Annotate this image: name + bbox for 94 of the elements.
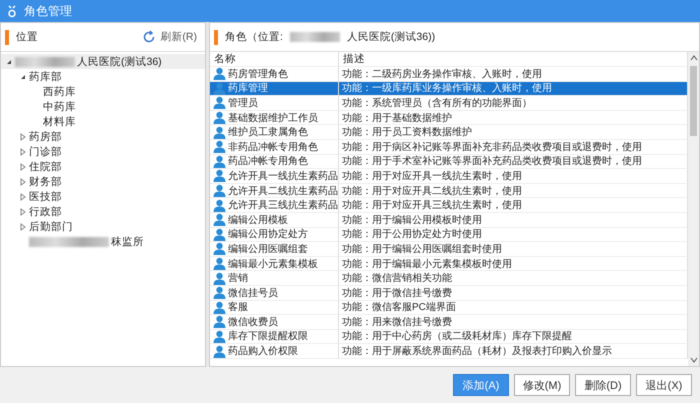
role-name[interactable]: 基础数据维护工作员: [228, 110, 318, 125]
expand-arrow-icon[interactable]: [19, 162, 27, 170]
redacted-text: [290, 32, 340, 42]
user-icon: [213, 300, 226, 314]
action-button[interactable]: 修改(M): [514, 374, 570, 396]
panel-title-suffix: 人民医院(测试36)): [346, 30, 436, 44]
role-name[interactable]: 微信收费员: [228, 314, 278, 329]
role-description: 功能：二级药房业务操作审核、入账时，使用: [342, 68, 542, 81]
role-description: 功能：微信客服PC端界面: [342, 300, 456, 314]
role-description: 功能：用于编辑最小元素集模板时使用: [342, 258, 512, 271]
user-icon: [213, 126, 226, 139]
expand-arrow-icon[interactable]: [19, 192, 27, 200]
role-name[interactable]: 药品购入价权限: [228, 344, 298, 358]
refresh-icon[interactable]: [142, 30, 156, 44]
tree-item[interactable]: 医技部: [29, 190, 62, 204]
role-description: 功能：用于公用协定处方时使用: [342, 228, 482, 242]
role-name[interactable]: 微信挂号员: [228, 286, 278, 300]
panel-title: 位置: [16, 30, 38, 44]
role-name[interactable]: 库存下限提醒权限: [228, 329, 308, 344]
user-icon: [213, 111, 226, 124]
role-name[interactable]: 管理员: [228, 96, 258, 110]
role-name[interactable]: 允许开具三线抗生素药品: [228, 198, 338, 212]
role-description: 功能：一级库药库业务操作审核、入账时，使用: [342, 82, 552, 96]
tree-item[interactable]: 财务部: [29, 174, 62, 188]
user-icon: [213, 184, 226, 198]
user-icon: [213, 198, 226, 212]
action-button[interactable]: 退出(X): [636, 374, 692, 396]
tree-item[interactable]: 中药库: [43, 100, 76, 114]
tree-item[interactable]: 材料库: [43, 114, 76, 128]
column-header[interactable]: 名称: [210, 52, 339, 67]
role-name[interactable]: 非药品冲帐专用角色: [228, 140, 318, 154]
scrollbar-thumb[interactable]: [690, 66, 697, 136]
role-name[interactable]: 编辑公用协定处方: [228, 227, 308, 242]
role-description: 功能：用于对应开具三线抗生素时，使用: [342, 198, 522, 212]
user-icon: [213, 330, 226, 343]
role-name[interactable]: 药品冲帐专用角色: [228, 154, 308, 168]
app-logo-icon: [6, 4, 18, 18]
tree-item[interactable]: 药房部: [29, 130, 62, 144]
expand-arrow-icon[interactable]: [19, 222, 27, 230]
role-description: 功能：用于编辑公用医嘱组套时使用: [342, 242, 502, 256]
user-icon: [213, 67, 226, 80]
role-name[interactable]: 编辑公用模板: [228, 212, 288, 227]
tree-item[interactable]: 行政部: [29, 204, 62, 218]
role-description: 功能：用于基础数据维护: [342, 112, 452, 125]
user-icon: [213, 257, 226, 270]
tree-item[interactable]: 住院部: [29, 160, 62, 174]
user-icon: [213, 213, 226, 226]
window-title: 角色管理: [24, 2, 72, 20]
tree-item[interactable]: 西药库: [43, 84, 76, 98]
role-description: 功能：用于病区补记账等界面补充非药品类收费项目或退费时，使用: [342, 140, 642, 154]
tree-item[interactable]: 门诊部: [29, 144, 62, 158]
role-description: 功能：用于员工资料数据维护: [342, 126, 472, 140]
expand-arrow-icon[interactable]: [19, 178, 27, 186]
expand-arrow-icon[interactable]: [19, 148, 27, 156]
collapse-arrow-icon[interactable]: [19, 72, 27, 80]
role-description: 功能：用于微信挂号缴费: [342, 286, 452, 300]
expand-arrow-icon[interactable]: [19, 208, 27, 216]
role-name[interactable]: 允许开具一线抗生素药品: [228, 168, 338, 183]
role-description: 功能：用于对应开具一线抗生素时，使用: [342, 170, 522, 183]
user-icon: [213, 96, 226, 110]
user-icon: [213, 242, 226, 256]
role-description: 功能：用来微信挂号缴费: [342, 316, 452, 329]
tree-item[interactable]: 药库部: [29, 70, 62, 84]
role-name[interactable]: 药房管理角色: [228, 66, 288, 81]
tree-item[interactable]: 后勤部门: [29, 220, 73, 234]
refresh-button[interactable]: 刷新(R): [140, 28, 199, 46]
role-name[interactable]: 营销: [228, 271, 248, 286]
role-name[interactable]: 编辑公用医嘱组套: [228, 242, 308, 256]
user-icon: [213, 82, 226, 95]
user-icon: [213, 315, 226, 328]
role-name[interactable]: 客服: [228, 300, 248, 314]
user-icon: [213, 140, 226, 154]
user-icon: [213, 169, 226, 182]
role-name[interactable]: 编辑最小元素集模板: [228, 256, 318, 271]
expand-arrow-icon[interactable]: [19, 132, 27, 140]
collapse-arrow-icon[interactable]: [5, 58, 13, 66]
action-button[interactable]: 删除(D): [575, 374, 631, 396]
role-description: 功能：用于屏蔽系统界面药品（耗材）及报表打印购入价显示: [342, 344, 612, 358]
role-description: 功能：用于手术室补记账等界面补充药品类收费项目或退费时，使用: [342, 154, 642, 168]
panel-title-prefix: 角色（位置:: [225, 30, 283, 44]
column-header[interactable]: 描述: [339, 52, 688, 67]
role-description: 功能：系统管理员（含有所有的功能界面）: [342, 96, 532, 110]
role-description: 功能：用于中心药房（或二级耗材库）库存下限提醒: [342, 330, 572, 344]
user-icon: [213, 272, 226, 285]
role-description: 功能：微信营销相关功能: [342, 272, 452, 286]
user-icon: [213, 286, 226, 300]
user-icon: [213, 154, 226, 168]
user-icon: [213, 228, 226, 241]
role-description: 功能：用于对应开具二线抗生素时，使用: [342, 184, 522, 198]
role-description: 功能：用于编辑公用模板时使用: [342, 214, 482, 227]
role-name[interactable]: 允许开具二线抗生素药品: [228, 184, 338, 198]
user-icon: [213, 344, 226, 358]
tree-item[interactable]: 秣监所: [111, 234, 144, 248]
role-name[interactable]: 维护员工隶属角色: [228, 125, 308, 140]
